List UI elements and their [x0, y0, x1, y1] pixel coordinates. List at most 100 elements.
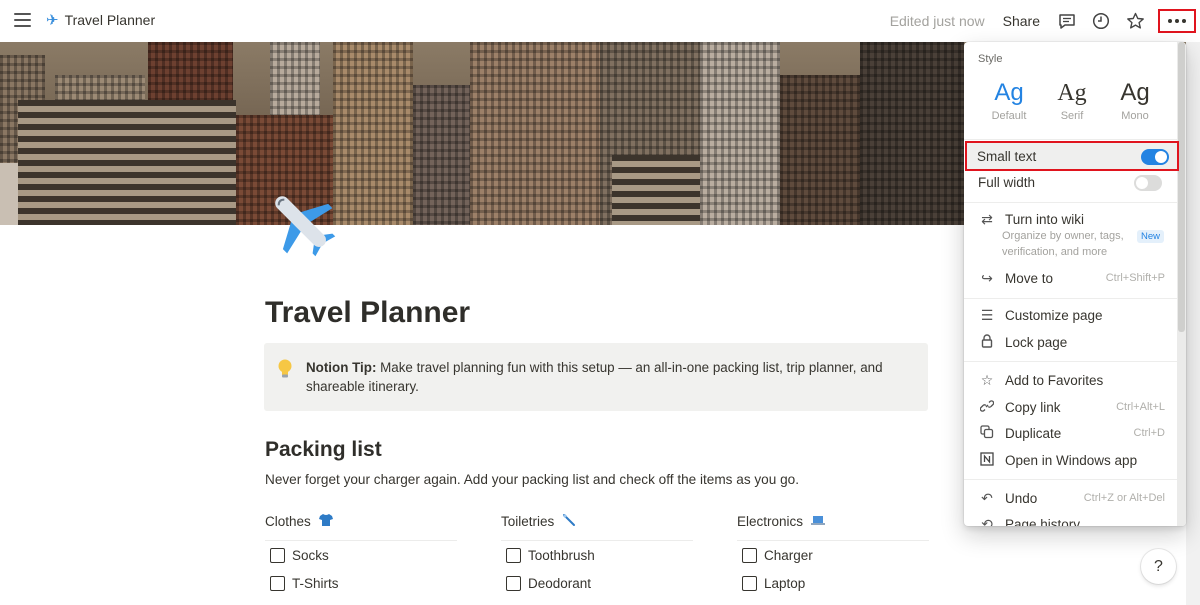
wiki-description: Organize by owner, tags, verification, a…: [1002, 230, 1124, 258]
cover-building: [860, 42, 964, 225]
star-icon: ☆: [980, 371, 994, 388]
star-icon[interactable]: [1124, 10, 1146, 32]
packing-list-description[interactable]: Never forget your charger again. Add you…: [265, 472, 799, 487]
todo-item[interactable]: Toothbrush: [501, 541, 693, 569]
todo-item[interactable]: Socks: [265, 541, 457, 569]
breadcrumb[interactable]: ✈ Travel Planner: [46, 11, 155, 29]
cover-building: [780, 75, 860, 225]
todo-item[interactable]: Deodorant: [501, 569, 693, 597]
todo-label: Socks: [292, 547, 329, 563]
shortcut: Ctrl+Shift+P: [1105, 272, 1165, 284]
menu-icon[interactable]: [14, 13, 31, 27]
lightbulb-icon: [278, 359, 292, 384]
column-title: Electronics: [737, 513, 804, 529]
new-badge: New: [1137, 230, 1165, 243]
packing-column-electronics: Electronics Charger Laptop: [737, 511, 929, 597]
page-title[interactable]: Travel Planner: [265, 296, 470, 330]
wiki-convert-icon: ⇄: [981, 210, 993, 227]
checkbox[interactable]: [742, 575, 757, 591]
row-label: Turn into wiki: [1005, 211, 1085, 227]
menu-item-customize-page[interactable]: ☰ Customize page: [968, 302, 1173, 328]
row-label: Page history: [1005, 516, 1081, 527]
comment-icon[interactable]: [1056, 10, 1078, 32]
todo-item[interactable]: Laptop: [737, 569, 929, 597]
checkbox[interactable]: [506, 575, 521, 591]
cover-building: [18, 100, 236, 225]
help-button[interactable]: ?: [1141, 549, 1176, 584]
shortcut: Ctrl+Z or Alt+Del: [1083, 492, 1165, 504]
todo-label: Charger: [764, 547, 813, 563]
packing-column-clothes: Clothes Socks T-Shirts: [265, 511, 457, 597]
todo-label: Toothbrush: [528, 547, 595, 563]
style-option-default[interactable]: Ag Default: [979, 78, 1039, 122]
row-label: Undo: [1005, 490, 1038, 506]
top-actions: Edited just now Share: [890, 0, 1200, 42]
row-label: Customize page: [1005, 307, 1103, 323]
style-name: Default: [991, 110, 1027, 122]
menu-item-page-history[interactable]: ⟲ Page history: [968, 511, 1173, 527]
page-options-menu: Style Ag Default Ag Serif Ag Mono Small …: [964, 42, 1186, 526]
small-text-toggle[interactable]: [1141, 149, 1169, 165]
page-icon-airplane[interactable]: [262, 186, 342, 260]
checkbox[interactable]: [742, 547, 757, 563]
row-label: Open in Windows app: [1005, 452, 1138, 468]
packing-list-heading[interactable]: Packing list: [265, 438, 382, 462]
row-label: Full width: [978, 174, 1036, 190]
style-preview: Ag: [1120, 79, 1150, 106]
menu-item-duplicate[interactable]: Duplicate Ctrl+D: [968, 420, 1173, 446]
style-name: Mono: [1121, 110, 1149, 122]
style-option-mono[interactable]: Ag Mono: [1105, 78, 1165, 122]
checkbox[interactable]: [506, 547, 521, 563]
edited-status: Edited just now: [889, 13, 985, 29]
top-bar: ✈ Travel Planner Edited just now Share: [0, 0, 1200, 42]
menu-item-undo[interactable]: ↶ Undo Ctrl+Z or Alt+Del: [968, 485, 1173, 511]
todo-label: Laptop: [764, 575, 806, 591]
style-section-label: Style: [978, 53, 1003, 65]
todo-item[interactable]: Charger: [737, 541, 929, 569]
menu-item-move-to[interactable]: ↪ Move to Ctrl+Shift+P: [968, 265, 1173, 291]
callout-text: Notion Tip: Make travel planning fun wit…: [306, 358, 914, 396]
column-title: Toiletries: [501, 513, 555, 529]
history-icon: ⟲: [981, 515, 993, 527]
style-option-serif[interactable]: Ag Serif: [1042, 78, 1102, 122]
menu-item-add-to-favorites[interactable]: ☆ Add to Favorites: [968, 367, 1173, 393]
checkbox[interactable]: [270, 547, 285, 563]
airplane-icon: ✈: [46, 12, 59, 29]
row-label: Lock page: [1005, 334, 1068, 350]
menu-scrollbar[interactable]: [1177, 42, 1186, 526]
cover-building: [333, 42, 413, 225]
link-icon: [978, 399, 996, 416]
column-title: Clothes: [265, 513, 311, 529]
todo-label: T-Shirts: [292, 575, 339, 591]
menu-divider: [964, 139, 1177, 140]
menu-divider: [964, 298, 1177, 299]
menu-divider: [964, 202, 1177, 203]
menu-item-copy-link[interactable]: Copy link Ctrl+Alt+L: [968, 394, 1173, 420]
menu-divider: [964, 479, 1177, 480]
row-label: Move to: [1005, 270, 1054, 286]
share-button[interactable]: Share: [1003, 13, 1040, 29]
menu-scrollbar-thumb[interactable]: [1178, 42, 1185, 332]
callout-body: Make travel planning fun with this setup…: [306, 360, 883, 394]
small-text-toggle-row[interactable]: Small text: [965, 141, 1179, 171]
notion-tip-callout[interactable]: Notion Tip: Make travel planning fun wit…: [264, 343, 928, 411]
todo-item[interactable]: T-Shirts: [265, 569, 457, 597]
page-scrollbar[interactable]: [1186, 42, 1200, 605]
row-label: Add to Favorites: [1005, 372, 1104, 388]
checkbox[interactable]: [270, 575, 285, 591]
full-width-toggle-row[interactable]: Full width: [968, 169, 1173, 195]
style-preview: Ag: [1057, 80, 1087, 106]
cover-building: [700, 42, 780, 225]
more-options-button[interactable]: [1158, 9, 1196, 33]
menu-item-lock-page[interactable]: Lock page: [968, 329, 1173, 355]
duplicate-icon: [978, 424, 996, 442]
menu-item-open-windows-app[interactable]: Open in Windows app: [968, 447, 1173, 473]
breadcrumb-title: Travel Planner: [64, 12, 156, 28]
toothbrush-icon: [562, 513, 576, 530]
t-shirt-icon: [318, 513, 333, 529]
move-arrow-icon: ↪: [981, 269, 993, 286]
menu-divider: [964, 361, 1177, 362]
cover-building: [413, 85, 473, 225]
full-width-toggle[interactable]: [1134, 175, 1162, 191]
clock-icon[interactable]: [1090, 10, 1112, 32]
